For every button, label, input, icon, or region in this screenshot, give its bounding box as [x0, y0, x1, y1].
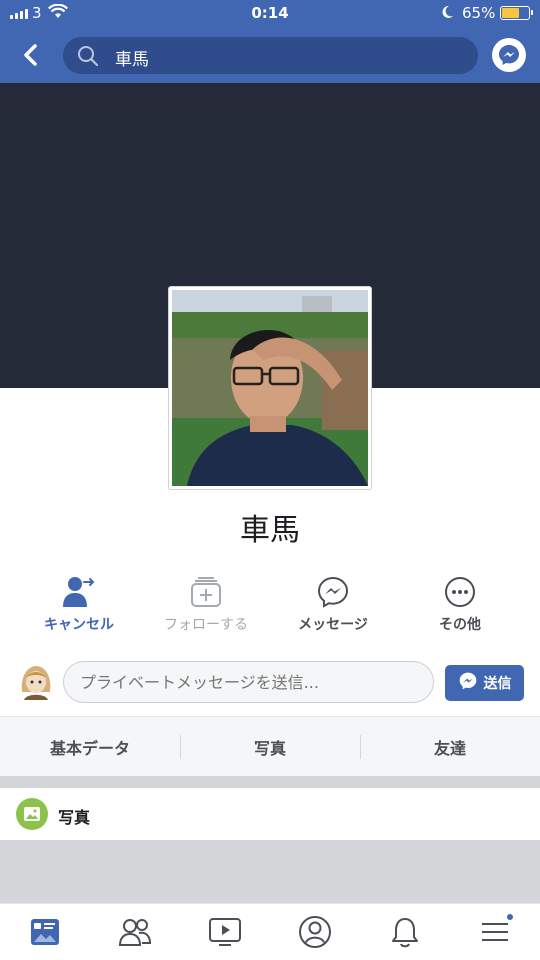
friends-icon[interactable] [115, 914, 155, 950]
private-message-input[interactable] [63, 661, 434, 703]
search-query: 車馬 [115, 50, 149, 70]
send-button[interactable]: 送信 [445, 665, 524, 701]
send-label: 送信 [483, 676, 512, 692]
watch-icon[interactable] [205, 914, 245, 950]
profile-actions: キャンセル フォローする メッセージ その他 [0, 574, 540, 634]
messenger-icon [458, 671, 478, 695]
more-button[interactable]: その他 [400, 574, 520, 634]
follow-button[interactable]: フォローする [146, 574, 266, 634]
more-icon [400, 574, 520, 610]
menu-icon[interactable] [475, 912, 515, 950]
status-bar: 3 0:14 65% [0, 0, 540, 28]
profile-name: 車馬 [240, 513, 300, 548]
notifications-icon[interactable] [385, 914, 425, 950]
profile-photo-image [172, 290, 368, 486]
profile-tabs: 基本データ 写真 友達 [0, 716, 540, 776]
search-field[interactable]: 車馬 [63, 37, 478, 74]
person-cancel-icon [19, 574, 139, 610]
photos-section-header[interactable]: 写真 [0, 788, 540, 840]
message-label: メッセージ [298, 617, 368, 633]
photo-icon [16, 798, 48, 830]
follow-icon [146, 574, 266, 610]
cancel-label: キャンセル [44, 617, 114, 633]
battery-icon [500, 6, 533, 20]
menu-badge [505, 912, 515, 922]
battery-percent: 65% [462, 4, 496, 22]
follow-label: フォローする [164, 617, 248, 633]
back-button[interactable] [16, 40, 46, 70]
bottom-nav [0, 903, 540, 960]
cancel-request-button[interactable]: キャンセル [19, 574, 139, 634]
profile-icon[interactable] [295, 914, 335, 950]
section-divider [0, 776, 540, 788]
message-button[interactable]: メッセージ [273, 574, 393, 634]
content-placeholder [0, 840, 540, 903]
search-icon [77, 45, 99, 71]
photos-section-title: 写真 [58, 808, 91, 827]
messenger-icon [273, 574, 393, 610]
news-feed-icon[interactable] [25, 914, 65, 950]
tab-about[interactable]: 基本データ [0, 717, 180, 777]
messenger-button[interactable] [492, 38, 526, 72]
top-bar: 3 0:14 65% 車馬 [0, 0, 540, 83]
more-label: その他 [439, 617, 481, 633]
tab-photos[interactable]: 写真 [180, 717, 360, 777]
profile-picture[interactable] [168, 286, 372, 490]
my-avatar [18, 662, 54, 700]
tab-friends[interactable]: 友達 [360, 717, 540, 777]
messenger-icon [499, 45, 519, 65]
clock: 0:14 [251, 4, 289, 22]
moon-icon [440, 3, 454, 25]
